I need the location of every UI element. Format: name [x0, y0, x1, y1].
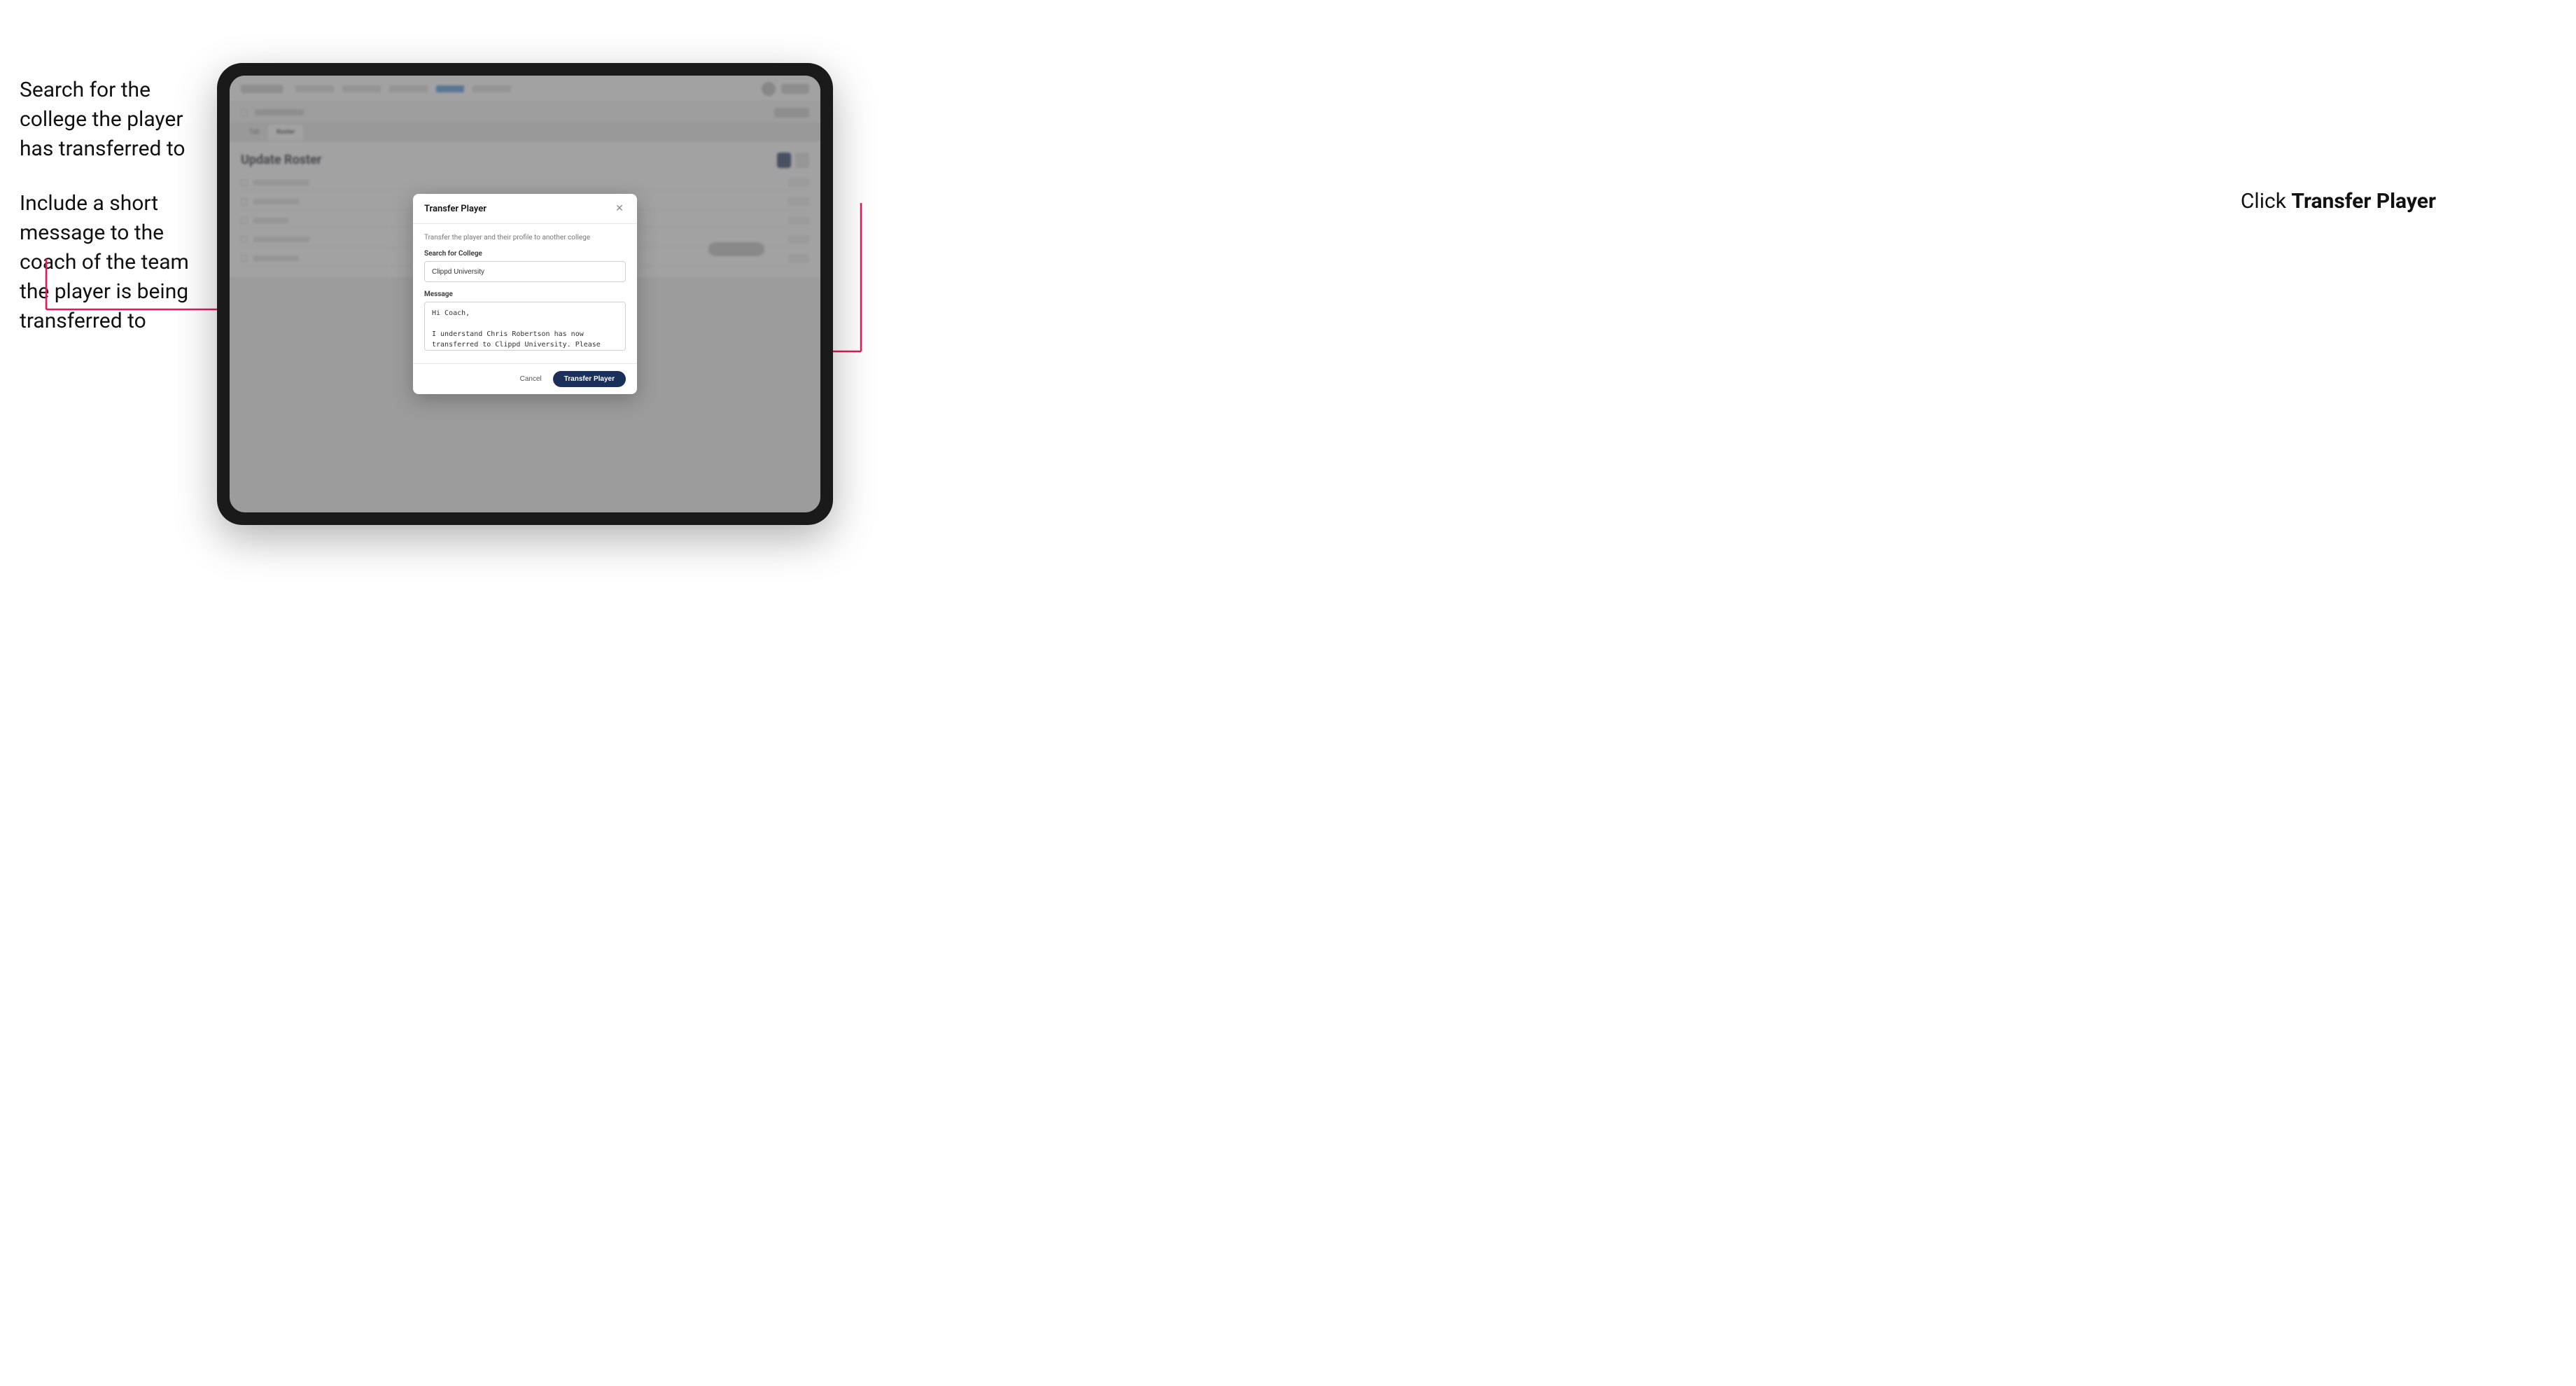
transfer-player-modal: Transfer Player ✕ Transfer the player an…: [413, 194, 637, 394]
tablet-screen: Tab Roster Update Roster: [230, 76, 820, 512]
modal-footer: Cancel Transfer Player: [413, 363, 637, 394]
tablet-device: Tab Roster Update Roster: [217, 63, 833, 525]
message-label: Message: [424, 290, 626, 298]
annotation-click-text: Click: [2241, 189, 2286, 214]
modal-overlay: Transfer Player ✕ Transfer the player an…: [230, 76, 820, 512]
close-button[interactable]: ✕: [613, 202, 626, 215]
annotation-right-block: Click Transfer Player: [2241, 189, 2436, 214]
message-textarea[interactable]: Hi Coach, I understand Chris Robertson h…: [424, 302, 626, 351]
search-college-label: Search for College: [424, 250, 626, 258]
cancel-button[interactable]: Cancel: [514, 372, 547, 386]
modal-header: Transfer Player ✕: [413, 194, 637, 224]
annotation-transfer-text: Transfer Player: [2291, 189, 2436, 214]
modal-body: Transfer the player and their profile to…: [413, 224, 637, 363]
modal-title: Transfer Player: [424, 204, 486, 214]
annotation-search-text: Search for the college the player has tr…: [20, 76, 216, 164]
annotation-message-text: Include a short message to the coach of …: [20, 189, 216, 336]
annotation-left-block: Search for the college the player has tr…: [20, 76, 216, 361]
transfer-player-button[interactable]: Transfer Player: [553, 371, 626, 387]
search-college-input[interactable]: [424, 261, 626, 282]
modal-subtitle: Transfer the player and their profile to…: [424, 234, 626, 241]
